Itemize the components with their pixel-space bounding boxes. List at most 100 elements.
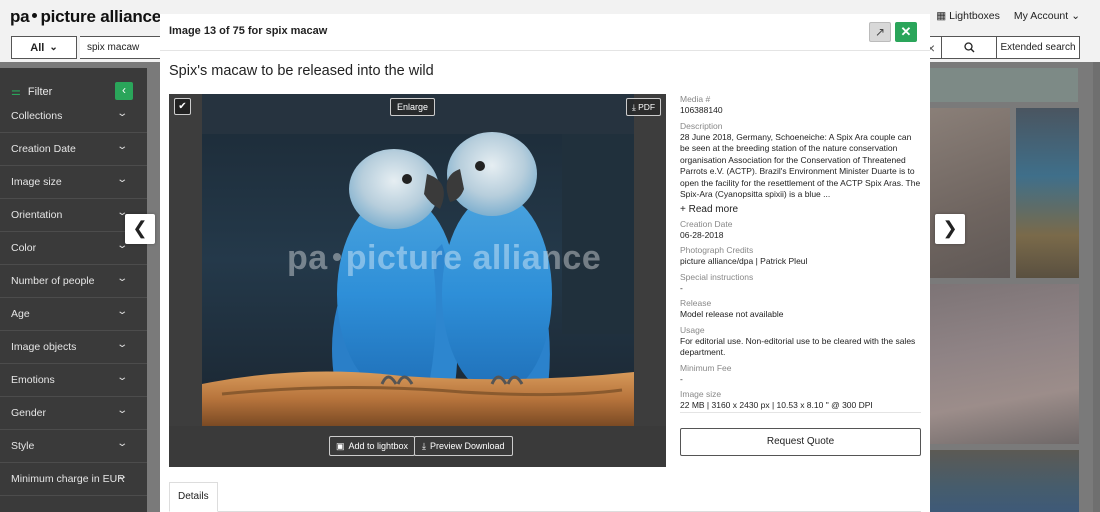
tab-details[interactable]: Details	[169, 482, 218, 512]
image-title: Spix's macaw to be released into the wil…	[169, 63, 434, 79]
chevron-down-icon: ⌄	[116, 108, 129, 119]
usage-label: Usage	[680, 324, 705, 335]
creation-date-label: Creation Date	[680, 218, 733, 229]
filter-image-size[interactable]: Image size ⌄	[0, 166, 147, 199]
minimum-fee-value: -	[680, 373, 683, 384]
special-instructions-label: Special instructions	[680, 271, 754, 282]
filter-emotions[interactable]: Emotions ⌄	[0, 364, 147, 397]
preview-download-label: Preview Download	[429, 441, 505, 451]
image-detail-modal: Image 13 of 75 for spix macaw ↗ ✕ Spix's…	[160, 14, 930, 512]
modal-header: Image 13 of 75 for spix macaw ↗ ✕	[160, 14, 930, 51]
lightbox-icon: ▦	[936, 10, 947, 22]
filter-gender[interactable]: Gender ⌄	[0, 397, 147, 430]
filter-item-label: Age	[11, 308, 30, 320]
chevron-down-icon: ⌄	[116, 306, 129, 317]
collapse-filter-button[interactable]: ‹	[115, 82, 133, 100]
result-thumbnail[interactable]	[930, 108, 1010, 278]
lightboxes-label: Lightboxes	[949, 10, 1000, 22]
release-label: Release	[680, 298, 712, 308]
watermark-text: picture alliance	[345, 239, 602, 277]
filter-item-label: Image objects	[11, 341, 77, 353]
open-external-icon[interactable]: ↗	[869, 22, 891, 42]
filter-item-label: Emotions	[11, 374, 55, 386]
description-label: Description	[680, 120, 723, 131]
pdf-label: PDF	[638, 102, 656, 112]
watermark-dot	[332, 253, 341, 261]
add-to-lightbox-label: Add to lightbox	[348, 441, 409, 451]
search-input[interactable]: spix macaw	[80, 36, 162, 59]
filter-minimum-charge[interactable]: Minimum charge in EUR ⌄	[0, 463, 147, 496]
request-quote-button[interactable]: Request Quote	[680, 428, 921, 456]
chevron-down-icon: ⌄	[116, 471, 129, 482]
page-scrollbar[interactable]	[1093, 62, 1100, 512]
creation-date-value: 06-28-2018	[680, 229, 724, 240]
filter-header: ⚌ Filter ‹	[0, 80, 147, 102]
chevron-down-icon: ⌄	[116, 372, 129, 383]
select-checkbox[interactable]: ✔	[174, 98, 191, 115]
filter-image-objects[interactable]: Image objects ⌄	[0, 331, 147, 364]
pdf-download-button[interactable]: ⤓ PDF	[626, 98, 662, 116]
filter-item-label: Gender	[11, 407, 47, 419]
chevron-down-icon: ⌄	[116, 339, 129, 350]
my-account-label: My Account	[1013, 10, 1069, 22]
detail-tabs: Details	[169, 480, 921, 512]
viewer-action-bar: ▣ Add to lightbox ⤓ Preview Download	[169, 426, 666, 467]
result-thumbnail[interactable]	[930, 450, 1079, 512]
image-size-label: Image size	[680, 389, 722, 399]
search-button[interactable]	[941, 36, 997, 59]
filter-sidebar: ⚌ Filter ‹ Collections ⌄ Creation Date ⌄ Im…	[0, 68, 147, 512]
preview-download-button[interactable]: ⤓ Preview Download	[414, 436, 513, 456]
search-scope-value: All	[30, 41, 45, 54]
logo[interactable]: pa picture alliance	[10, 7, 161, 27]
results-grid-background	[930, 68, 1100, 512]
photograph-credits-value: picture alliance/dpa | Patrick Pleul	[680, 256, 808, 266]
next-image-button[interactable]: ❯	[935, 214, 965, 244]
result-thumbnail[interactable]	[930, 284, 1079, 444]
filter-item-label: Number of people	[11, 275, 95, 287]
lightboxes-link[interactable]: ▦ Lightboxes	[936, 10, 1000, 22]
logo-text: picture alliance	[40, 7, 162, 26]
image-viewer: pa picture alliance ✔ Enlarge ⤓ PDF ▣ Add …	[169, 94, 666, 467]
filter-collections[interactable]: Collections ⌄	[0, 100, 147, 133]
chevron-down-icon: ⌄	[116, 438, 129, 449]
metadata-divider	[680, 412, 921, 413]
photograph-credits-label: Photograph Credits	[680, 245, 754, 255]
logo-prefix: pa	[10, 7, 30, 26]
watermark-prefix: pa	[287, 239, 328, 277]
chevron-left-icon: ❮	[132, 218, 148, 238]
filter-item-label: Color	[11, 242, 37, 254]
filter-item-label: Minimum charge in EUR	[11, 473, 125, 485]
chevron-down-icon: ⌄	[49, 42, 58, 53]
logo-dot	[32, 13, 38, 18]
previous-image-button[interactable]: ❮	[125, 214, 155, 244]
media-number-label: Media #	[680, 94, 711, 104]
media-number-value: 106388140	[680, 105, 723, 115]
image-size-value: 22 MB | 3160 x 2430 px | 10.53 x 8.10 " …	[680, 400, 873, 410]
search-scope-select[interactable]: All ⌄	[11, 36, 77, 59]
chevron-right-icon: ❯	[942, 218, 958, 238]
enlarge-button[interactable]: Enlarge	[390, 98, 436, 116]
image-metadata: Media # 106388140 Description 28 June 20…	[680, 94, 921, 416]
watermark: pa picture alliance	[287, 239, 601, 278]
lightbox-add-icon: ▣	[336, 441, 345, 451]
filter-item-label: Orientation	[11, 209, 63, 221]
filter-item-label: Image size	[11, 176, 62, 188]
filter-age[interactable]: Age ⌄	[0, 298, 147, 331]
filter-style[interactable]: Style ⌄	[0, 430, 147, 463]
chevron-down-icon: ⌄	[116, 273, 129, 284]
extended-search-button[interactable]: Extended search	[997, 36, 1080, 59]
result-thumbnail[interactable]	[1016, 108, 1079, 278]
filter-icon: ⚌	[11, 86, 21, 98]
macaw-photo[interactable]: pa picture alliance	[202, 94, 634, 426]
filter-item-label: Collections	[11, 110, 63, 122]
filter-number-of-people[interactable]: Number of people ⌄	[0, 265, 147, 298]
image-counter: Image 13 of 75 for spix macaw	[169, 25, 328, 37]
read-more-link[interactable]: + Read more	[680, 204, 921, 215]
result-thumbnail[interactable]	[930, 68, 1078, 102]
chevron-down-icon: ⌄	[1071, 10, 1080, 22]
release-value: Model release not available	[680, 309, 784, 319]
my-account-menu[interactable]: My Account ⌄	[1014, 10, 1080, 22]
close-modal-button[interactable]: ✕	[895, 22, 917, 42]
add-to-lightbox-button[interactable]: ▣ Add to lightbox	[329, 436, 416, 456]
filter-creation-date[interactable]: Creation Date ⌄	[0, 133, 147, 166]
